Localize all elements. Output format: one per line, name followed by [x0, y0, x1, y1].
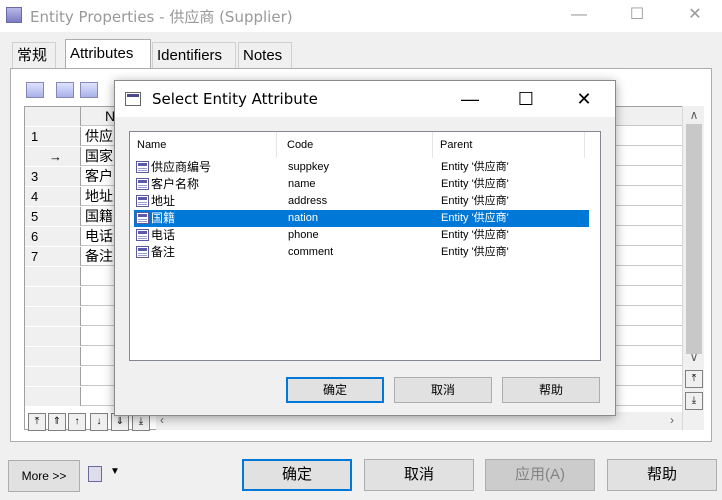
row-name-cell[interactable]: 备注	[85, 247, 113, 266]
cancel-button[interactable]: 取消	[364, 459, 474, 491]
dialog-ok-button[interactable]: 确定	[286, 377, 384, 403]
attribute-name: 供应商编号	[151, 160, 212, 174]
row-name-cell[interactable]: 电话	[85, 227, 113, 246]
attribute-code: name	[288, 178, 316, 190]
list-item[interactable]: 供应商编号 suppkey Entity '供应商'	[134, 159, 589, 176]
dialog-title: Select Entity Attribute	[152, 90, 318, 108]
list-item[interactable]: 客户名称 name Entity '供应商'	[134, 176, 589, 193]
tab-general[interactable]: 常规	[12, 42, 56, 68]
attribute-code: nation	[288, 212, 318, 224]
dialog-close-button[interactable]: ✕	[561, 81, 607, 117]
more-button[interactable]: More >>	[8, 460, 80, 492]
tab-attributes[interactable]: Attributes	[65, 39, 151, 69]
close-button[interactable]: ✕	[672, 0, 718, 30]
attribute-code: suppkey	[288, 161, 329, 173]
insert-row-icon[interactable]	[56, 82, 74, 98]
list-item[interactable]: 地址 address Entity '供应商'	[134, 193, 589, 210]
move-up-button[interactable]: ↑	[68, 413, 86, 431]
row-name-cell[interactable]: 国家	[85, 147, 113, 166]
scroll-right-icon[interactable]: ›	[670, 413, 674, 427]
attribute-icon	[136, 161, 149, 173]
attribute-parent: Entity '供应商'	[441, 212, 509, 224]
attribute-parent: Entity '供应商'	[441, 178, 509, 190]
scroll-thumb[interactable]	[686, 124, 702, 354]
row-number: 1	[25, 127, 81, 146]
move-top-button[interactable]: ⤒	[28, 413, 46, 431]
row-number	[25, 367, 81, 386]
attribute-icon	[136, 195, 149, 207]
dialog-cancel-button[interactable]: 取消	[394, 377, 492, 403]
column-header-code[interactable]: Code	[280, 132, 433, 158]
list-item[interactable]: 电话 phone Entity '供应商'	[134, 227, 589, 244]
help-button[interactable]: 帮助	[607, 459, 717, 491]
attribute-code: phone	[288, 229, 319, 241]
attribute-icon	[136, 178, 149, 190]
scroll-up-icon[interactable]: ∧	[683, 108, 705, 122]
attribute-icon	[136, 229, 149, 241]
attribute-icon	[136, 246, 149, 258]
entity-app-icon	[6, 7, 22, 23]
list-item-selected[interactable]: 国籍 nation Entity '供应商'	[134, 210, 589, 227]
column-header-parent[interactable]: Parent	[433, 132, 585, 158]
row-number	[25, 287, 81, 306]
attribute-code: comment	[288, 246, 334, 258]
row-number: 4	[25, 187, 81, 206]
attribute-icon	[136, 212, 149, 224]
current-row-arrow-icon: →	[25, 147, 81, 166]
row-name-cell[interactable]: 供应	[85, 127, 113, 146]
dialog-maximize-button[interactable]: ☐	[503, 81, 549, 117]
column-header-name[interactable]: Name	[130, 132, 277, 158]
print-menu-icon[interactable]	[88, 466, 102, 482]
attribute-list[interactable]: Name Code Parent 供应商编号 suppkey Entity '供…	[129, 131, 601, 361]
row-name-cell[interactable]: 客户	[85, 167, 113, 186]
list-item[interactable]: 备注 comment Entity '供应商'	[134, 244, 589, 261]
row-number: 3	[25, 167, 81, 186]
move-down-button[interactable]: ↓	[90, 413, 108, 431]
chevron-down-icon[interactable]: ▼	[110, 466, 120, 477]
row-number	[25, 347, 81, 366]
dialog-window-icon	[125, 92, 141, 106]
attribute-name: 地址	[151, 194, 176, 208]
properties-icon[interactable]	[26, 82, 44, 98]
attribute-parent: Entity '供应商'	[441, 195, 509, 207]
attribute-parent: Entity '供应商'	[441, 229, 509, 241]
move-up-page-button[interactable]: ⇑	[48, 413, 66, 431]
dialog-help-button[interactable]: 帮助	[502, 377, 600, 403]
row-name-cell[interactable]: 国籍	[85, 207, 113, 226]
minimize-button[interactable]: —	[556, 0, 602, 30]
add-row-icon[interactable]	[80, 82, 98, 98]
attribute-name: 国籍	[151, 211, 176, 225]
attribute-name: 备注	[151, 245, 176, 259]
apply-button[interactable]: 应用(A)	[485, 459, 595, 491]
scroll-bottom-icon[interactable]: ⤓	[685, 392, 703, 410]
select-attribute-dialog: Select Entity Attribute — ☐ ✕ Name Code …	[114, 80, 616, 416]
scroll-top-icon[interactable]: ⤒	[685, 370, 703, 388]
maximize-button[interactable]: ☐	[614, 0, 660, 30]
row-number	[25, 327, 81, 346]
row-number: 7	[25, 247, 81, 266]
row-number	[25, 387, 81, 406]
main-window-title: Entity Properties - 供应商 (Supplier)	[30, 8, 293, 26]
row-number	[25, 307, 81, 326]
attribute-parent: Entity '供应商'	[441, 246, 509, 258]
row-number	[25, 267, 81, 286]
grid-corner	[25, 107, 81, 126]
attribute-parent: Entity '供应商'	[441, 161, 509, 173]
tab-identifiers[interactable]: Identifiers	[152, 42, 236, 68]
row-number: 6	[25, 227, 81, 246]
attribute-name: 客户名称	[151, 177, 200, 191]
attribute-name: 电话	[151, 228, 176, 242]
tab-notes[interactable]: Notes	[238, 42, 292, 68]
ok-button[interactable]: 确定	[242, 459, 352, 491]
dialog-title-bar: Select Entity Attribute — ☐ ✕	[115, 81, 615, 117]
main-title-bar: Entity Properties - 供应商 (Supplier) — ☐ ✕	[0, 0, 722, 32]
scroll-down-icon[interactable]: ∨	[683, 350, 705, 364]
dialog-minimize-button[interactable]: —	[447, 81, 493, 117]
row-name-cell[interactable]: 地址	[85, 187, 113, 206]
row-number: 5	[25, 207, 81, 226]
attribute-code: address	[288, 195, 328, 207]
grid-vertical-scrollbar[interactable]: ∧ ∨ ⤒ ⤓	[682, 106, 704, 430]
